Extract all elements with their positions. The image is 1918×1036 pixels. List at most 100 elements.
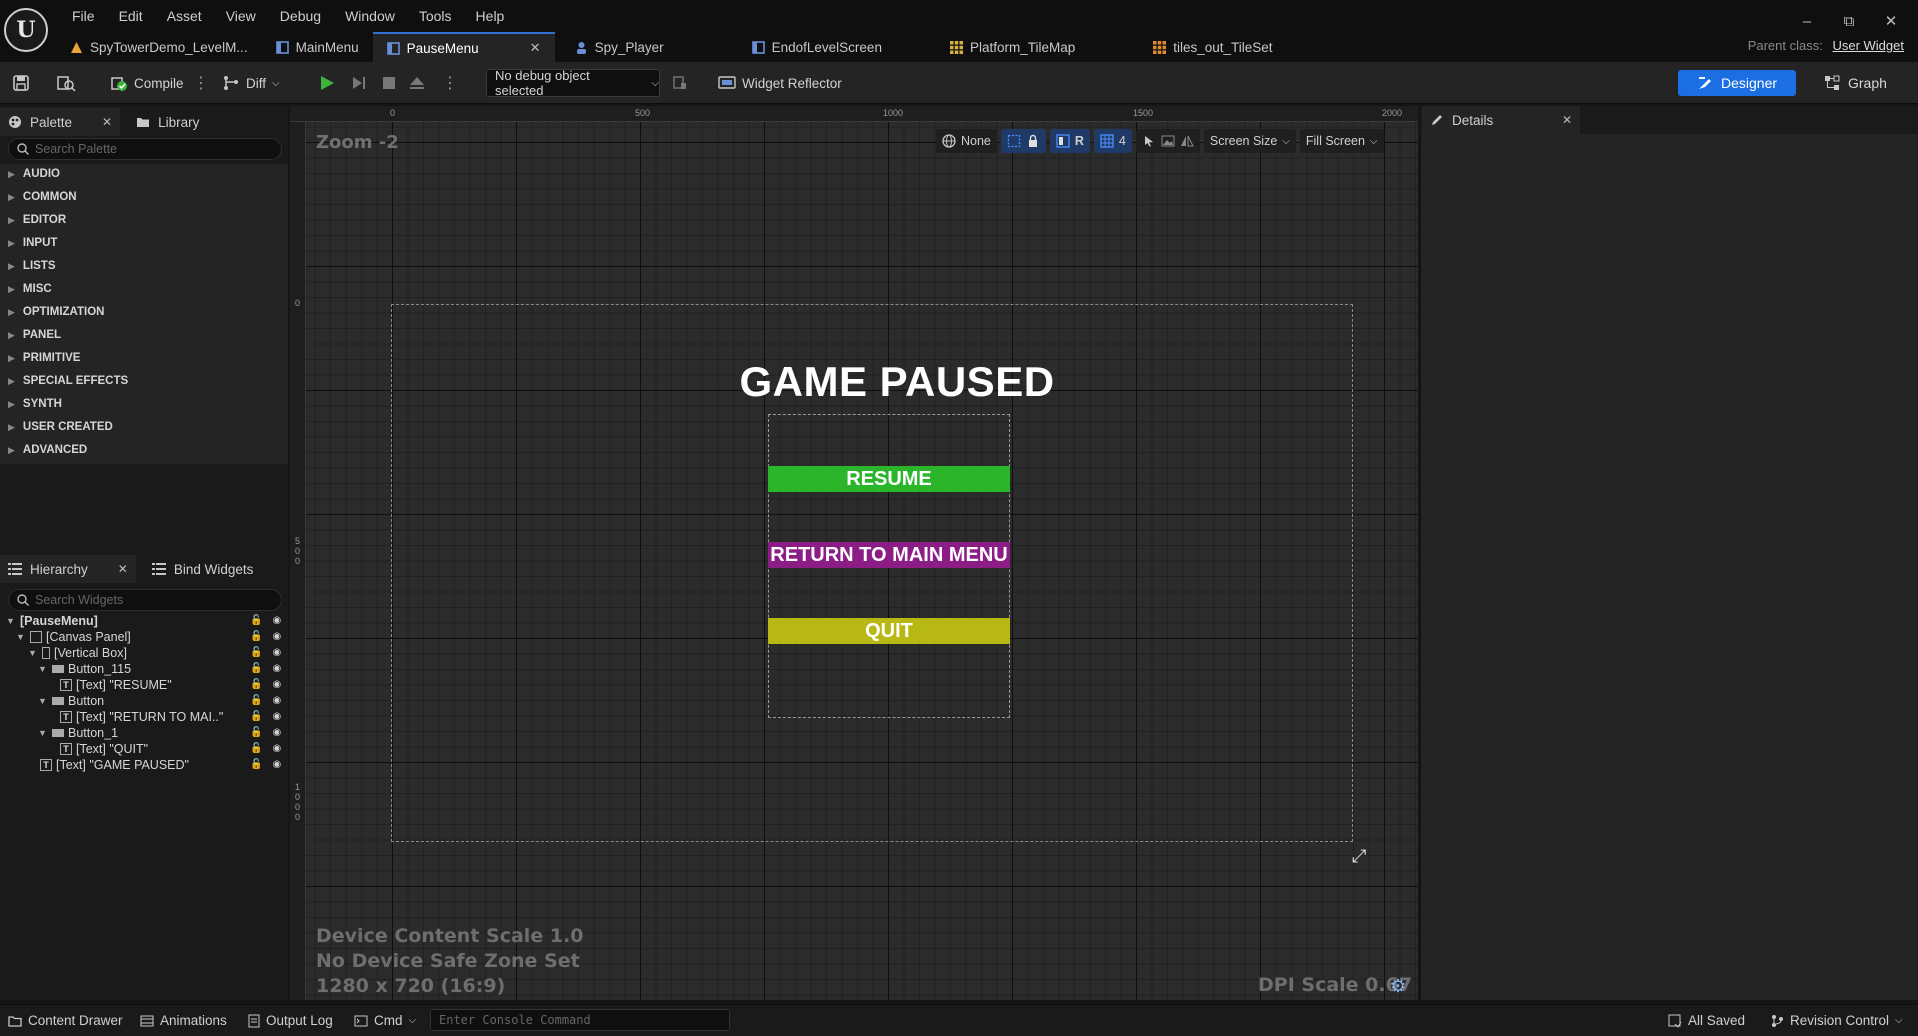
screen-size-dropdown[interactable]: Screen Size ⌵ [1203, 129, 1296, 153]
grid-snap-button[interactable]: 4 [1093, 129, 1132, 153]
unlock-icon[interactable]: 🔓 [250, 615, 262, 626]
resume-button[interactable]: RESUME [768, 466, 1010, 492]
tree-node-pausemenu[interactable]: ▼ [PauseMenu] [6, 614, 98, 628]
menu-file[interactable]: File [60, 6, 107, 26]
tab-level[interactable]: SpyTowerDemo_LevelM... [56, 32, 262, 62]
unlock-icon[interactable]: 🔓 [250, 695, 262, 706]
tab-endoflevelscreen[interactable]: EndofLevelScreen [738, 32, 896, 62]
tab-bind-widgets[interactable]: Bind Widgets [144, 555, 262, 583]
all-saved-button[interactable]: All Saved [1668, 1013, 1745, 1028]
category-common[interactable]: ▶ COMMON [8, 191, 77, 203]
eject-button[interactable] [408, 70, 426, 96]
debug-object-select[interactable]: No debug object selected ⌵ [486, 68, 660, 98]
close-window-icon[interactable]: ✕ [1870, 8, 1912, 34]
category-input[interactable]: ▶ INPUT [8, 237, 57, 249]
eye-icon[interactable]: ◉ [272, 647, 281, 658]
widget-reflector-button[interactable]: Widget Reflector [718, 70, 842, 96]
return-to-main-menu-button[interactable]: RETURN TO MAIN MENU [768, 542, 1010, 568]
close-icon[interactable]: ✕ [118, 562, 128, 576]
tree-node-text-return[interactable]: T [Text] "RETURN TO MAI.." [60, 710, 223, 724]
debug-filter-icon[interactable] [672, 70, 688, 96]
tab-spy-player[interactable]: Spy_Player [561, 32, 678, 62]
unlock-icon[interactable]: 🔓 [250, 743, 262, 754]
eye-icon[interactable]: ◉ [272, 727, 281, 738]
play-options-icon[interactable]: ⋮ [442, 70, 458, 96]
tree-node-text-game-paused[interactable]: T [Text] "GAME PAUSED" [40, 758, 189, 772]
console-command-input[interactable]: Enter Console Command [430, 1009, 730, 1031]
designer-mode-button[interactable]: Designer [1678, 70, 1796, 96]
tab-mainmenu[interactable]: MainMenu [262, 32, 373, 62]
eye-icon[interactable]: ◉ [272, 631, 281, 642]
menu-tools[interactable]: Tools [407, 6, 464, 26]
parent-class-link[interactable]: User Widget [1832, 38, 1904, 53]
localization-preview-button[interactable]: None [936, 129, 997, 153]
unreal-logo-icon[interactable]: U [4, 8, 48, 52]
menu-view[interactable]: View [214, 6, 268, 26]
revision-control-button[interactable]: Revision Control ⌵ [1770, 1013, 1903, 1028]
tree-node-canvas-panel[interactable]: ▼ [Canvas Panel] [16, 630, 131, 644]
tree-node-vertical-box[interactable]: ▼ [Vertical Box] [28, 646, 127, 660]
widget-search-input[interactable]: Search Widgets [8, 589, 282, 611]
transform-mode-button[interactable]: R [1049, 129, 1090, 153]
eye-icon[interactable]: ◉ [272, 743, 281, 754]
tab-library[interactable]: Library [128, 108, 207, 136]
eye-icon[interactable]: ◉ [272, 695, 281, 706]
compile-button[interactable]: Compile [110, 70, 184, 96]
graph-mode-button[interactable]: Graph [1824, 70, 1887, 96]
category-editor[interactable]: ▶ EDITOR [8, 214, 66, 226]
unlock-icon[interactable]: 🔓 [250, 663, 262, 674]
tree-node-text-quit[interactable]: T [Text] "QUIT" [60, 742, 148, 756]
category-advanced[interactable]: ▶ ADVANCED [8, 444, 87, 456]
menu-window[interactable]: Window [333, 6, 407, 26]
browse-asset-icon[interactable] [56, 70, 76, 96]
game-paused-title[interactable]: GAME PAUSED [700, 358, 1094, 406]
category-primitive[interactable]: ▶ PRIMITIVE [8, 352, 80, 364]
close-icon[interactable]: ✕ [1562, 113, 1572, 127]
tab-palette[interactable]: Palette ✕ [0, 108, 121, 136]
close-tab-icon[interactable]: ✕ [530, 40, 541, 56]
tab-tiles-out-tileset[interactable]: tiles_out_TileSet [1139, 32, 1286, 62]
compile-options-icon[interactable]: ⋮ [193, 70, 209, 96]
content-drawer-button[interactable]: Content Drawer [8, 1013, 123, 1028]
palette-search-input[interactable]: Search Palette [8, 138, 282, 160]
output-log-button[interactable]: Output Log [248, 1013, 333, 1028]
category-user-created[interactable]: ▶ USER CREATED [8, 421, 113, 433]
unlock-icon[interactable]: 🔓 [250, 727, 262, 738]
tree-node-button[interactable]: ▼ Button [38, 694, 104, 708]
minimize-icon[interactable]: – [1786, 8, 1828, 34]
tree-node-button-115[interactable]: ▼ Button_115 [38, 662, 131, 676]
play-button[interactable] [318, 70, 336, 96]
tree-node-button-1[interactable]: ▼ Button_1 [38, 726, 118, 740]
menu-asset[interactable]: Asset [155, 6, 214, 26]
save-icon[interactable] [12, 70, 30, 96]
tab-pausemenu[interactable]: PauseMenu ✕ [372, 32, 555, 62]
unlock-icon[interactable]: 🔓 [250, 711, 262, 722]
tree-node-text-resume[interactable]: T [Text] "RESUME" [60, 678, 172, 692]
category-audio[interactable]: ▶ AUDIO [8, 168, 60, 180]
diff-button[interactable]: Diff ⌵ [222, 70, 280, 96]
stop-button[interactable] [380, 70, 398, 96]
restore-icon[interactable]: ⧉ [1828, 8, 1870, 34]
category-panel[interactable]: ▶ PANEL [8, 329, 61, 341]
eye-icon[interactable]: ◉ [272, 679, 281, 690]
eye-icon[interactable]: ◉ [272, 615, 281, 626]
menu-edit[interactable]: Edit [107, 6, 155, 26]
outline-toggle[interactable] [1000, 129, 1046, 153]
quit-button[interactable]: QUIT [768, 618, 1010, 644]
unlock-icon[interactable]: 🔓 [250, 679, 262, 690]
unlock-icon[interactable]: 🔓 [250, 647, 262, 658]
animations-button[interactable]: Animations [140, 1013, 227, 1028]
menu-debug[interactable]: Debug [268, 6, 333, 26]
tab-platform-tilemap[interactable]: Platform_TileMap [936, 32, 1089, 62]
close-icon[interactable]: ✕ [102, 115, 112, 129]
category-optimization[interactable]: ▶ OPTIMIZATION [8, 306, 104, 318]
category-misc[interactable]: ▶ MISC [8, 283, 52, 295]
viewport-options[interactable] [1135, 129, 1200, 153]
category-special-effects[interactable]: ▶ SPECIAL EFFECTS [8, 375, 128, 387]
tab-details[interactable]: Details ✕ [1422, 106, 1580, 134]
eye-icon[interactable]: ◉ [272, 663, 281, 674]
category-lists[interactable]: ▶ LISTS [8, 260, 56, 272]
unlock-icon[interactable]: 🔓 [250, 631, 262, 642]
step-button[interactable] [350, 70, 368, 96]
tab-hierarchy[interactable]: Hierarchy ✕ [0, 555, 136, 583]
